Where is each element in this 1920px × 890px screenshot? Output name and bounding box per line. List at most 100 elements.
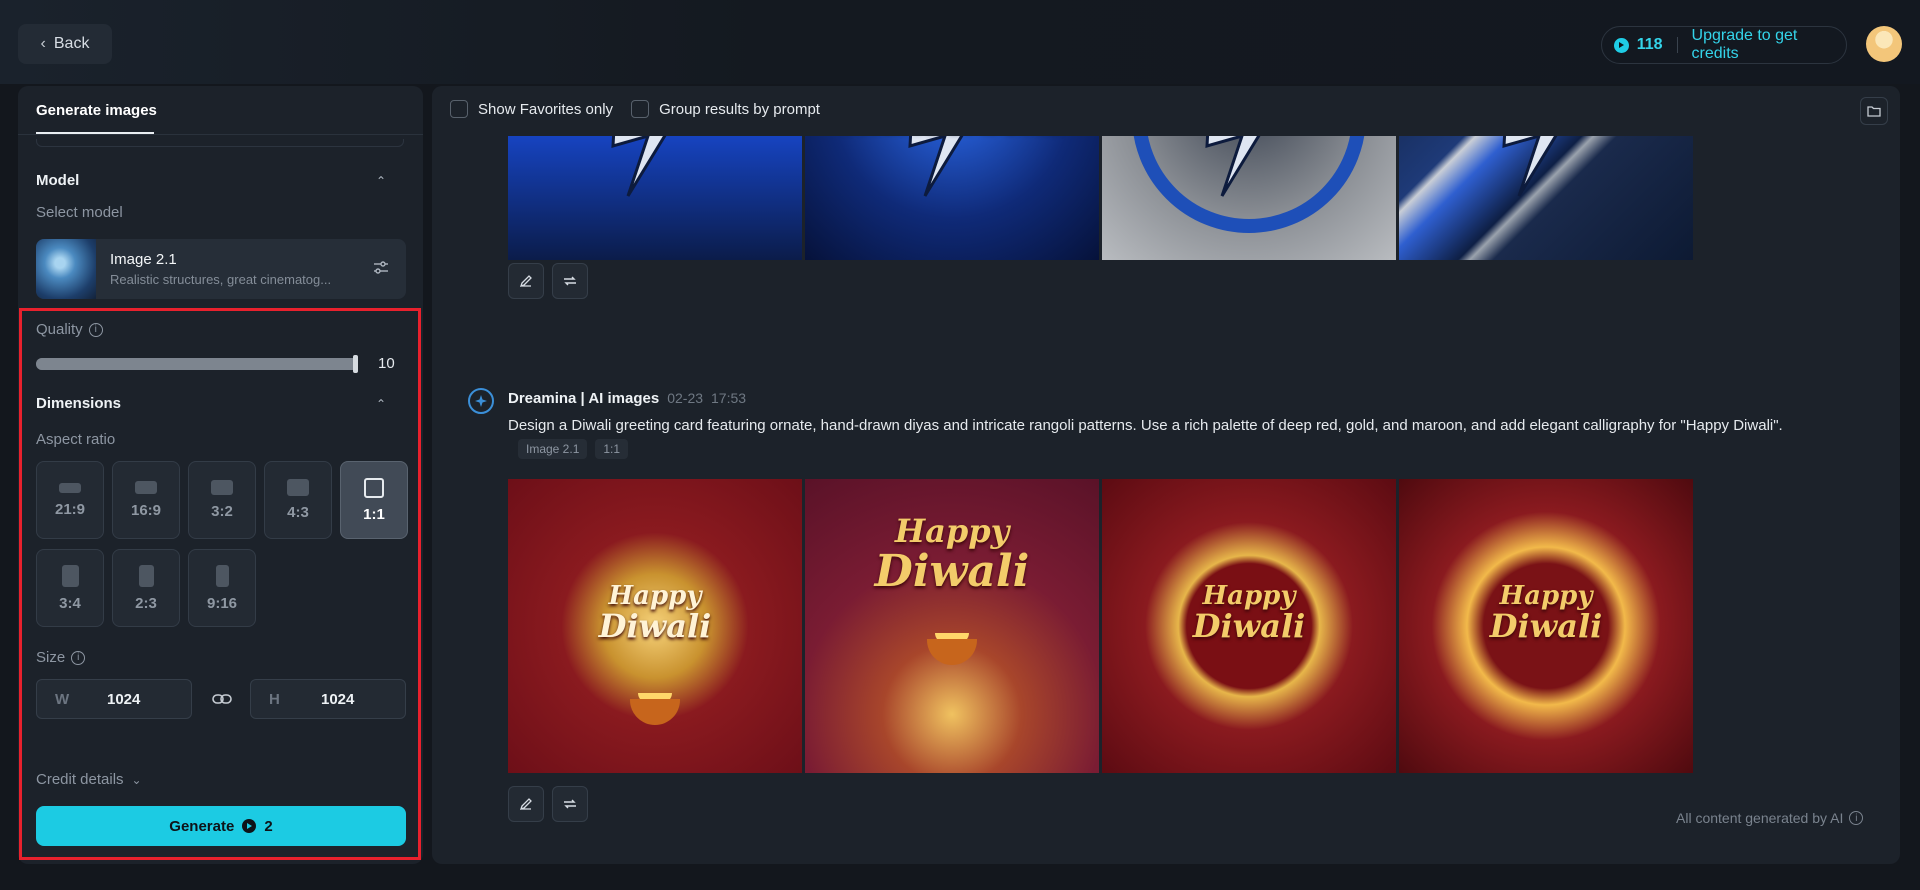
dimensions-section-title: Dimensions [36, 395, 122, 412]
aspect-ratio-1-1[interactable]: 1:1 [340, 461, 408, 539]
info-icon[interactable]: i [1849, 811, 1864, 825]
aspect-ratio-label: 3:2 [211, 503, 233, 520]
message-prompt: Design a Diwali greeting card featuring … [508, 417, 1783, 434]
diya-lamp-icon [927, 639, 977, 665]
back-label: Back [53, 35, 90, 52]
greeting-calligraphy: Happy Diwali [1399, 581, 1693, 646]
greeting-line: Happy [1499, 581, 1593, 611]
credit-coin-icon [1614, 37, 1629, 53]
aspect-ratio-label: 4:3 [287, 504, 309, 521]
user-avatar[interactable] [1866, 26, 1902, 62]
message-header: Dreamina | AI images 02-23 17:53 [508, 390, 746, 407]
aspect-ratio-shape-icon [61, 564, 79, 587]
generate-cost: 2 [264, 817, 273, 835]
upgrade-link[interactable]: Upgrade to get credits [1692, 27, 1846, 63]
greeting-line: Diwali [1192, 607, 1306, 646]
diwali-image-row: Happy Diwali Happy Diwali Happy Diwali Happy Di… [508, 479, 1693, 773]
model-tag: Image 2.1 [518, 439, 588, 459]
width-letter: W [55, 691, 70, 708]
greeting-line: Diwali [1489, 607, 1603, 646]
chevron-up-icon[interactable]: ⌃ [376, 397, 386, 411]
aspect-ratio-label: 1:1 [363, 505, 385, 523]
favorites-checkbox[interactable]: Show Favorites only [450, 100, 613, 118]
credit-details-toggle[interactable]: Credit details ⌄ [36, 771, 142, 788]
credits-pill[interactable]: 118 Upgrade to get credits [1601, 26, 1847, 64]
greeting-calligraphy: Happy Diwali [1102, 582, 1396, 646]
greeting-line: Diwali [598, 607, 712, 646]
credit-coin-icon [242, 819, 257, 833]
generated-image[interactable]: Happy Diwali [1399, 479, 1693, 773]
height-letter: H [269, 691, 280, 708]
regenerate-button[interactable] [552, 263, 588, 299]
folder-button[interactable] [1860, 97, 1888, 125]
checkbox-box[interactable] [631, 100, 650, 118]
generated-image[interactable]: Happy Diwali [1102, 479, 1396, 773]
greeting-calligraphy: Happy Diwali [508, 581, 802, 646]
width-field[interactable]: W 1024 [36, 679, 192, 719]
diya-lamp-icon [630, 699, 680, 725]
generated-image[interactable]: Happy Diwali [508, 479, 802, 773]
info-icon[interactable]: i [88, 322, 103, 337]
aspect-ratio-2-3[interactable]: 2:3 [112, 549, 180, 627]
generated-image[interactable]: Happy Diwali [805, 479, 1099, 773]
edit-button[interactable] [508, 786, 544, 822]
divider [18, 134, 423, 135]
aspect-ratio-label: 21:9 [54, 500, 86, 518]
ai-disclaimer: All content generated by AI i [1676, 810, 1864, 826]
message-author: Dreamina | AI images [508, 390, 660, 407]
model-description: Realistic structures, great cinematog... [110, 272, 332, 287]
quality-slider[interactable] [36, 355, 358, 373]
regenerate-button[interactable] [552, 786, 588, 822]
chevron-up-icon[interactable]: ⌃ [376, 174, 386, 188]
height-field[interactable]: H 1024 [250, 679, 406, 719]
pencil-icon [519, 798, 532, 811]
aspect-ratio-label: 2:3 [135, 594, 157, 612]
group-by-prompt-checkbox[interactable]: Group results by prompt [631, 100, 820, 118]
model-name: Image 2.1 [110, 251, 177, 268]
results-panel: ThunderboltsTHUNDERBOLTSTHUNDERBOLTS Sho… [432, 86, 1900, 864]
select-model-label: Select model [36, 204, 123, 221]
quality-text: Quality [36, 321, 83, 338]
dreamina-logo-icon [468, 388, 494, 414]
generate-sidebar: Generate images Model ⌃ Select model Ima… [18, 86, 423, 864]
generate-label: Generate [169, 817, 235, 835]
message-time: 17:53 [711, 390, 747, 406]
filter-bar: Show Favorites only Group results by pro… [450, 100, 820, 118]
tab-generate-images[interactable]: Generate images [36, 102, 157, 119]
generate-button[interactable]: Generate 2 [36, 806, 406, 846]
aspect-ratio-3-2[interactable]: 3:2 [188, 461, 256, 539]
aspect-ratio-3-4[interactable]: 3:4 [36, 549, 104, 627]
quality-slider-fill [36, 358, 358, 370]
aspect-ratio-label: Aspect ratio [36, 431, 116, 448]
aspect-ratio-9-16[interactable]: 9:16 [188, 549, 256, 627]
info-icon[interactable]: i [71, 650, 86, 665]
aspect-ratio-shape-icon [287, 479, 309, 496]
size-text: Size [36, 649, 66, 666]
width-value: 1024 [107, 691, 141, 708]
aspect-ratio-label: 3:4 [59, 594, 81, 612]
aspect-ratio-4-3[interactable]: 4:3 [264, 461, 332, 539]
aspect-ratio-shape-icon [138, 564, 154, 587]
settings-sliders-icon[interactable] [372, 259, 390, 277]
model-section-title: Model [36, 172, 80, 189]
quality-value: 10 [378, 355, 395, 372]
chevron-left-icon: ‹ [40, 35, 46, 52]
quality-label: Quality i [36, 321, 103, 338]
back-button[interactable]: ‹ Back [18, 24, 112, 64]
folder-icon [1867, 106, 1881, 117]
model-selector[interactable]: Image 2.1 Realistic structures, great ci… [36, 239, 406, 299]
checkbox-box[interactable] [450, 100, 468, 118]
aspect-ratio-16-9[interactable]: 16:9 [112, 461, 180, 539]
edit-button[interactable] [508, 263, 544, 299]
model-thumbnail [36, 239, 96, 299]
link-icon[interactable] [211, 689, 233, 709]
aspect-ratio-label: 16:9 [130, 502, 162, 519]
greeting-line: Diwali [874, 545, 1030, 597]
aspect-ratio-21-9[interactable]: 21:9 [36, 461, 104, 539]
quality-slider-handle[interactable] [353, 355, 358, 373]
credit-details-text: Credit details [36, 771, 124, 788]
group-label: Group results by prompt [659, 100, 820, 118]
greeting-line: Happy [608, 581, 702, 611]
top-bar: ‹ Back 118 Upgrade to get credits [0, 0, 1920, 84]
greeting-calligraphy: Happy Diwali [805, 514, 1099, 597]
